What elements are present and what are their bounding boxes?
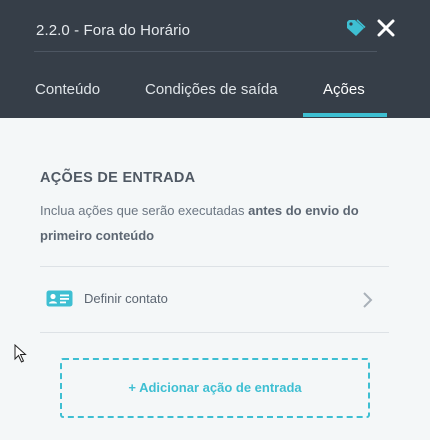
action-row-definir-contato[interactable]: Definir contato	[40, 267, 389, 332]
action-label: Definir contato	[84, 291, 168, 306]
active-tab-indicator	[303, 113, 387, 117]
mouse-cursor-icon	[14, 344, 27, 363]
action-panel: 2.2.0 - Fora do Horário Conteúdo Condiçõ…	[0, 0, 430, 440]
description-text: Inclua ações que serão executadas	[40, 203, 249, 218]
section-description: Inclua ações que serão executadas antes …	[40, 198, 385, 248]
tag-icon[interactable]	[346, 19, 366, 37]
tab-conteudo[interactable]: Conteúdo	[35, 81, 100, 98]
section-title: AÇÕES DE ENTRADA	[40, 170, 196, 186]
tab-bar: Conteúdo Condições de saída Ações	[0, 78, 430, 118]
chevron-right-icon	[363, 292, 373, 308]
divider-bottom	[40, 332, 389, 333]
close-icon[interactable]	[377, 19, 395, 37]
panel-header: 2.2.0 - Fora do Horário Conteúdo Condiçõ…	[0, 0, 430, 118]
tab-acoes[interactable]: Ações	[323, 81, 365, 98]
panel-title: 2.2.0 - Fora do Horário	[36, 22, 191, 39]
title-underline	[34, 51, 377, 52]
tab-condicoes-de-saida[interactable]: Condições de saída	[145, 81, 278, 98]
add-entry-action-button[interactable]: + Adicionar ação de entrada	[60, 358, 370, 418]
contact-card-icon	[46, 290, 73, 307]
